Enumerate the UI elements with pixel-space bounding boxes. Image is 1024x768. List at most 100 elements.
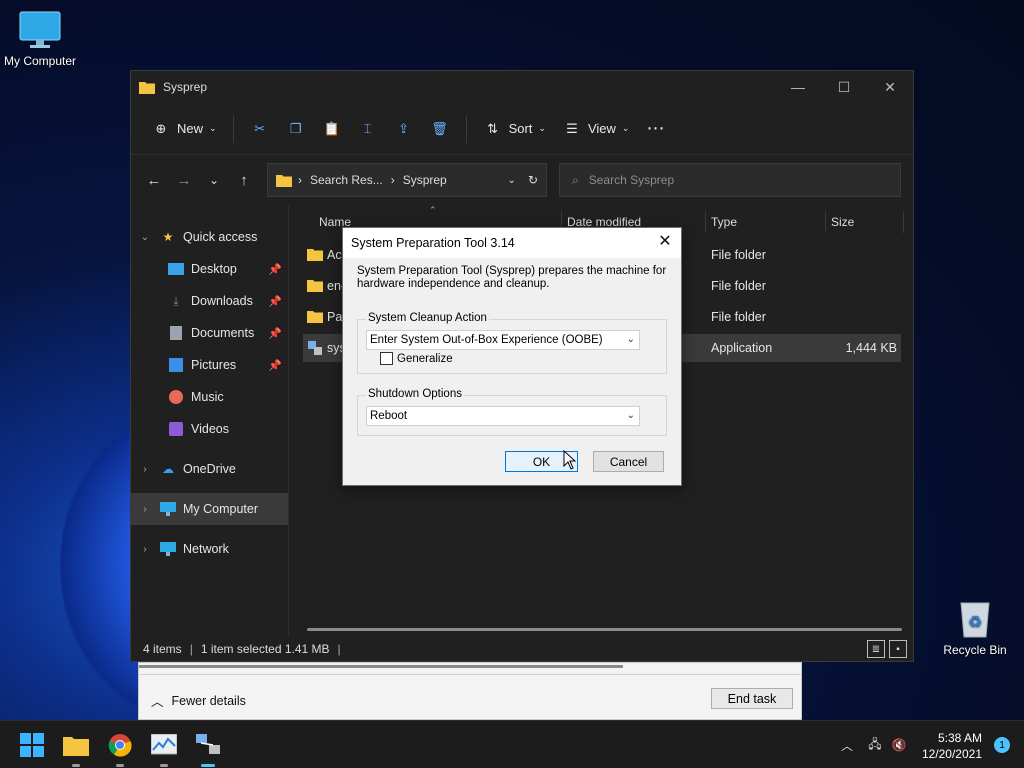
taskbar-task-manager[interactable] (148, 729, 180, 767)
nav-downloads[interactable]: ⤓ Downloads 📌 (131, 285, 288, 317)
chevron-up-icon[interactable]: ︿ (838, 737, 856, 754)
dialog-titlebar[interactable]: System Preparation Tool 3.14 ✕ (343, 228, 681, 258)
desktop-icon-my-computer[interactable]: My Computer (0, 10, 80, 68)
sysprep-dialog: System Preparation Tool 3.14 ✕ System Pr… (342, 227, 682, 486)
explorer-titlebar[interactable]: Sysprep — ☐ ✕ (131, 71, 913, 103)
document-icon (167, 325, 185, 341)
share-button[interactable]: ⇪ (386, 113, 422, 145)
delete-button[interactable]: 🗑 (422, 113, 458, 145)
sort-button[interactable]: ⇅ Sort ⌄ (475, 113, 554, 145)
pin-icon: 📌 (268, 327, 282, 340)
nav-pictures[interactable]: Pictures 📌 (131, 349, 288, 381)
checkbox-box[interactable] (380, 352, 393, 365)
cleanup-action-group: System Cleanup Action Enter System Out-o… (357, 312, 667, 374)
start-button[interactable] (16, 729, 48, 761)
copy-icon: ❐ (289, 120, 302, 136)
taskbar-file-explorer[interactable] (60, 729, 92, 767)
cut-button[interactable]: ✂ (242, 113, 278, 145)
notification-badge[interactable]: 1 (994, 737, 1010, 753)
chevron-down-icon[interactable]: ⌄ (131, 232, 159, 243)
folder-icon (307, 247, 323, 264)
end-task-button[interactable]: End task (711, 688, 793, 709)
column-divider[interactable] (705, 211, 706, 233)
nav-music[interactable]: Music (131, 381, 288, 413)
group-label: Shutdown Options (366, 388, 464, 400)
chevron-right-icon[interactable]: › (131, 544, 159, 555)
windows-logo-icon (20, 733, 44, 757)
tiles-view-button[interactable]: ▪ (889, 640, 907, 658)
taskbar-sysprep[interactable] (192, 729, 224, 767)
scrollbar-thumb[interactable] (139, 665, 623, 668)
breadcrumb-sysprep[interactable]: Sysprep (403, 173, 447, 187)
nav-quick-access[interactable]: ⌄ ★ Quick access (131, 221, 288, 253)
forward-button[interactable]: → (169, 165, 199, 195)
nav-videos[interactable]: Videos (131, 413, 288, 445)
item-count: 4 items (143, 642, 182, 656)
refresh-icon[interactable]: ↻ (528, 173, 538, 187)
file-name: Ac (327, 248, 342, 262)
column-divider[interactable] (825, 211, 826, 233)
scissors-icon: ✂ (254, 120, 266, 136)
chevron-down-icon[interactable]: ⌄ (508, 175, 516, 186)
file-type: Application (711, 341, 773, 355)
search-box[interactable]: ⌕ Search Sysprep (559, 163, 901, 197)
column-type[interactable]: Type (711, 215, 737, 229)
taskbar-chrome[interactable] (104, 729, 136, 767)
maximize-button[interactable]: ☐ (821, 71, 867, 103)
shutdown-options-select[interactable]: Reboot ⌄ (366, 406, 640, 426)
dialog-close-button[interactable]: ✕ (657, 234, 673, 250)
nav-documents[interactable]: Documents 📌 (131, 317, 288, 349)
clipboard-icon: 📋 (323, 120, 340, 136)
nav-my-computer[interactable]: › My Computer (131, 493, 288, 525)
desktop-icon-recycle-bin[interactable]: ♻ Recycle Bin (935, 597, 1015, 657)
active-indicator (201, 764, 215, 767)
file-type: File folder (711, 248, 766, 262)
mouse-cursor-icon (563, 450, 577, 470)
view-button[interactable]: ☰ View ⌄ (554, 113, 638, 145)
nav-network[interactable]: › Network (131, 533, 288, 565)
clock-time: 5:38 AM (937, 731, 982, 745)
chevron-down-icon: ⌄ (209, 123, 217, 133)
rename-button[interactable]: ⌶ (350, 113, 386, 145)
nav-desktop[interactable]: Desktop 📌 (131, 253, 288, 285)
column-size[interactable]: Size (831, 215, 854, 229)
generalize-checkbox[interactable]: Generalize (380, 352, 453, 365)
paste-button[interactable]: 📋 (314, 113, 350, 145)
dialog-description: System Preparation Tool (Sysprep) prepar… (357, 265, 667, 290)
folder-icon (139, 82, 155, 94)
clock[interactable]: 5:38 AM 12/20/2021 (922, 730, 982, 762)
speaker-muted-icon[interactable]: 🔇 (890, 738, 908, 752)
chevron-right-icon: › (390, 173, 395, 187)
cleanup-action-select[interactable]: Enter System Out-of-Box Experience (OOBE… (366, 330, 640, 350)
recent-locations-button[interactable]: ⌄ (199, 165, 229, 195)
arrow-up-icon: ↑ (240, 171, 248, 189)
desktop-icon (167, 261, 185, 277)
scrollbar-strip[interactable] (139, 663, 801, 675)
details-view-button[interactable]: ≣ (867, 640, 885, 658)
nav-label: My Computer (183, 502, 259, 516)
running-indicator (116, 764, 124, 767)
more-options-button[interactable]: ⋯ (637, 113, 673, 145)
minimize-button[interactable]: — (775, 71, 821, 103)
cancel-button[interactable]: Cancel (593, 451, 664, 472)
nav-label: Desktop (191, 262, 237, 276)
up-button[interactable]: ↑ (229, 165, 259, 195)
fewer-details-link[interactable]: ︿ Fewer details (151, 691, 246, 710)
horizontal-scrollbar[interactable] (307, 628, 902, 631)
chevron-right-icon[interactable]: › (131, 504, 159, 515)
copy-button[interactable]: ❐ (278, 113, 314, 145)
close-button[interactable]: ✕ (867, 71, 913, 103)
address-bar[interactable]: › Search Res... › Sysprep ⌄ ↻ (267, 163, 547, 197)
select-value: Reboot (370, 410, 408, 422)
back-button[interactable]: ← (139, 165, 169, 195)
nav-label: Videos (191, 422, 229, 436)
new-button[interactable]: ⊕ New ⌄ (143, 113, 225, 145)
selection-info: 1 item selected 1.41 MB (200, 642, 330, 656)
column-divider[interactable] (903, 211, 904, 233)
chevron-right-icon[interactable]: › (131, 464, 159, 475)
breadcrumb-search-results[interactable]: Search Res... (310, 173, 383, 187)
network-status-icon[interactable]: 🖧 (866, 735, 884, 756)
nav-onedrive[interactable]: › ☁ OneDrive (131, 453, 288, 485)
tiles-view-icon: ▪ (896, 643, 900, 655)
